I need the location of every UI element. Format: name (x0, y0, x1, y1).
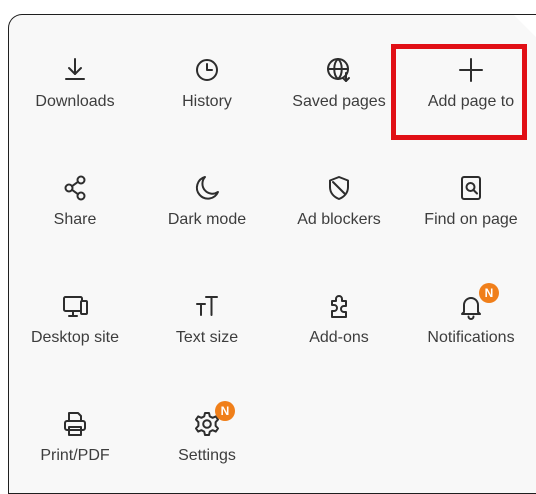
menu-item-label: Desktop site (30, 329, 120, 346)
desktop-icon (60, 291, 90, 321)
menu-item-label: Add-ons (309, 329, 369, 346)
text-size-icon (192, 291, 222, 321)
shield-icon (324, 173, 354, 203)
menu-item-share[interactable]: Share (9, 173, 141, 273)
clock-icon (192, 55, 222, 85)
browser-menu-panel: Downloads History Saved pages Add page t… (8, 14, 536, 494)
menu-item-notifications[interactable]: N Notifications (405, 283, 536, 391)
menu-item-label: Saved pages (292, 93, 386, 110)
menu-item-label: Notifications (427, 329, 515, 346)
menu-item-text-size[interactable]: Text size (141, 291, 273, 391)
moon-icon (192, 173, 222, 203)
menu-item-history[interactable]: History (141, 55, 273, 155)
menu-item-label: Print/PDF (40, 447, 110, 464)
menu-item-label: Downloads (35, 93, 115, 110)
menu-item-label: Ad blockers (297, 211, 381, 228)
puzzle-icon (324, 291, 354, 321)
menu-grid: Downloads History Saved pages Add page t… (9, 15, 536, 493)
menu-item-label: Text size (175, 329, 239, 346)
saved-pages-icon (324, 55, 354, 85)
find-on-page-icon (456, 173, 486, 203)
menu-item-add-page-to[interactable]: Add page to (405, 55, 536, 155)
printer-icon (60, 409, 90, 439)
menu-item-label: Find on page (424, 211, 518, 228)
menu-item-find-on-page[interactable]: Find on page (405, 173, 536, 273)
menu-item-print-pdf[interactable]: Print/PDF (9, 409, 141, 493)
menu-item-dark-mode[interactable]: Dark mode (141, 173, 273, 273)
menu-item-label: Settings (178, 447, 236, 464)
menu-item-label: Add page to (427, 93, 515, 110)
menu-item-saved-pages[interactable]: Saved pages (273, 55, 405, 155)
menu-item-label: Share (53, 211, 97, 228)
menu-item-label: Dark mode (167, 211, 247, 228)
share-icon (60, 173, 90, 203)
menu-item-downloads[interactable]: Downloads (9, 55, 141, 155)
menu-item-settings[interactable]: N Settings (141, 401, 273, 493)
menu-item-ad-blockers[interactable]: Ad blockers (273, 173, 405, 273)
plus-icon (456, 55, 486, 85)
menu-item-label: History (182, 93, 232, 110)
download-icon (60, 55, 90, 85)
settings-badge: N (215, 401, 235, 421)
menu-item-add-ons[interactable]: Add-ons (273, 291, 405, 391)
notifications-badge: N (479, 283, 499, 303)
menu-item-desktop-site[interactable]: Desktop site (9, 291, 141, 391)
